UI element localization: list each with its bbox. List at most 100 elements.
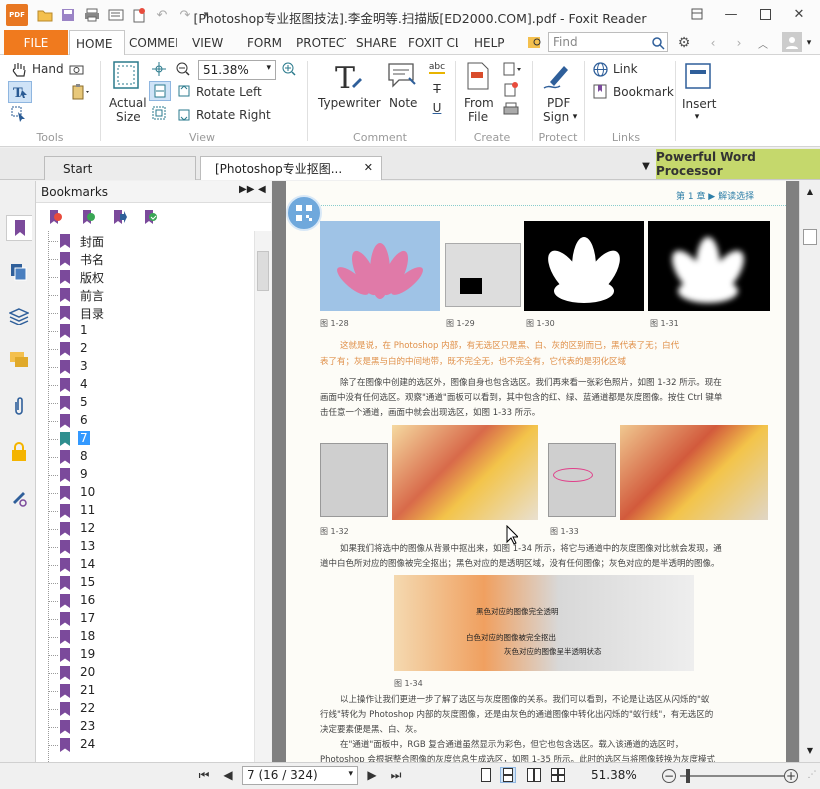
continuous-facing-view-icon[interactable] [550, 767, 566, 783]
bookmark-item[interactable]: 12 [36, 520, 254, 538]
hand-tool-label[interactable]: Hand [32, 62, 64, 76]
page-number-input[interactable]: 7 (16 / 324) ▾ [242, 766, 358, 785]
bookmark-item[interactable]: 目录 [36, 304, 254, 322]
clipboard-icon[interactable] [68, 83, 92, 101]
tab-list-chevron-down-icon[interactable]: ▼ [640, 160, 652, 172]
bookmark-item[interactable]: 书名 [36, 250, 254, 268]
tab-view[interactable]: VIEW [192, 30, 223, 55]
bookmark-item[interactable]: 9 [36, 466, 254, 484]
layers-icon[interactable] [8, 305, 30, 327]
bookmark-item[interactable]: 18 [36, 628, 254, 646]
print-icon[interactable] [83, 6, 101, 24]
document-scroll-thumb[interactable] [803, 229, 817, 245]
user-menu-chevron-down-icon[interactable]: ▾ [803, 34, 815, 52]
insert-page-icon[interactable] [682, 61, 714, 91]
document-viewport[interactable]: 第 1 章 ▶ 解读选择 图 1-28 图 1-29 图 1-30 图 1-31… [272, 181, 799, 762]
single-page-view-icon[interactable] [478, 767, 494, 783]
bookmark-item[interactable]: 5 [36, 394, 254, 412]
last-page-icon[interactable]: ⏭ [388, 767, 404, 783]
pdf-sign-chevron-down-icon[interactable]: ▾ [570, 111, 580, 123]
scroll-up-arrow-icon[interactable]: ▲ [804, 185, 816, 197]
from-file-label-1[interactable]: From [464, 96, 494, 110]
bookmark-item[interactable]: 17 [36, 610, 254, 628]
page-chevron-down-icon[interactable]: ▾ [348, 769, 353, 779]
pages-thumbnails-icon[interactable] [8, 261, 30, 283]
bookmark-item[interactable]: 6 [36, 412, 254, 430]
bookmark-item[interactable]: 20 [36, 664, 254, 682]
next-page-icon[interactable]: ▶ [364, 767, 380, 783]
add-bookmark-icon[interactable] [81, 209, 97, 225]
hand-icon[interactable] [10, 60, 28, 78]
rotate-left-label[interactable]: Rotate Left [196, 85, 262, 99]
fit-page-move-icon[interactable] [151, 61, 167, 77]
zoom-in-circle-icon[interactable]: + [784, 769, 798, 783]
bookmark-item[interactable]: 21 [36, 682, 254, 700]
open-folder-icon[interactable] [36, 6, 54, 24]
go-to-bookmark-icon[interactable] [112, 209, 128, 225]
close-tab-icon[interactable]: ✕ [364, 161, 373, 174]
strikeout-icon[interactable]: T [428, 81, 446, 97]
bookmark-item[interactable]: 11 [36, 502, 254, 520]
maximize-button[interactable] [748, 2, 782, 26]
security-lock-icon[interactable] [8, 441, 30, 463]
pdf-sign-label-1[interactable]: PDF [547, 96, 570, 110]
create-pdf-menu-icon[interactable] [502, 61, 524, 77]
expand-panel-icon[interactable]: ▶▶ [239, 184, 254, 195]
rotate-right-label[interactable]: Rotate Right [196, 108, 271, 122]
bookmark-item[interactable]: 8 [36, 448, 254, 466]
zoom-in-icon[interactable] [281, 61, 297, 77]
properties-icon[interactable] [107, 6, 125, 24]
insert-label[interactable]: Insert [682, 97, 716, 111]
zoom-select[interactable]: 51.38% ▾ [198, 60, 276, 80]
find-options-icon[interactable] [526, 33, 544, 51]
resize-grip-icon[interactable]: ⋰ [804, 767, 820, 783]
bookmark-item[interactable]: 23 [36, 718, 254, 736]
from-scanner-icon[interactable] [502, 101, 520, 117]
bookmarks-scroll-thumb[interactable] [257, 251, 269, 291]
bookmark-item[interactable]: 2 [36, 340, 254, 358]
save-icon[interactable] [59, 6, 77, 24]
doc-tab-start[interactable]: Start [44, 156, 196, 180]
comments-icon[interactable] [8, 349, 30, 371]
nav-forward-icon[interactable]: › [732, 34, 746, 52]
bookmark-label[interactable]: Bookmark [613, 85, 674, 99]
nav-back-icon[interactable]: ‹ [706, 34, 720, 52]
user-avatar[interactable] [782, 32, 802, 52]
new-pdf-icon[interactable] [130, 6, 148, 24]
tab-home[interactable]: HOME [69, 30, 125, 56]
settings-gear-icon[interactable]: ⚙ [674, 34, 694, 52]
promo-banner[interactable]: Powerful Word Processor [656, 149, 820, 179]
bookmark-item[interactable]: 4 [36, 376, 254, 394]
select-text-icon[interactable]: T [8, 81, 32, 103]
attachments-paperclip-icon[interactable] [8, 395, 30, 417]
doc-tab-current[interactable]: [Photoshop专业抠图... ✕ [200, 156, 382, 180]
rotate-right-icon[interactable] [176, 107, 192, 123]
from-file-label-2[interactable]: File [468, 110, 488, 124]
zoom-out-icon[interactable] [175, 61, 191, 77]
continuous-view-icon[interactable] [500, 767, 516, 783]
bookmark-item[interactable]: 版权 [36, 268, 254, 286]
bookmark-item[interactable]: 16 [36, 592, 254, 610]
bookmark-item[interactable]: 1 [36, 322, 254, 340]
from-file-icon[interactable] [464, 61, 492, 91]
previous-page-icon[interactable]: ◀ [220, 767, 236, 783]
typewriter-icon[interactable]: T [330, 59, 364, 93]
link-label[interactable]: Link [613, 62, 638, 76]
bookmark-item[interactable]: 14 [36, 556, 254, 574]
bookmark-item[interactable]: 3 [36, 358, 254, 376]
scroll-down-arrow-icon[interactable]: ▼ [804, 744, 816, 756]
bookmark-check-icon[interactable] [143, 209, 159, 225]
actual-size-label-1[interactable]: Actual [109, 96, 147, 110]
collapse-panel-icon[interactable]: ◀ [258, 184, 266, 195]
bookmark-add-icon[interactable] [592, 83, 608, 99]
bookmark-item[interactable]: 22 [36, 700, 254, 718]
actual-size-label-2[interactable]: Size [116, 110, 141, 124]
bookmark-item[interactable]: 7 [36, 430, 254, 448]
bookmarks-panel-icon[interactable] [6, 215, 32, 241]
tab-form[interactable]: FORM [247, 30, 282, 55]
link-globe-icon[interactable] [592, 61, 608, 77]
bookmark-item[interactable]: 15 [36, 574, 254, 592]
search-icon[interactable] [650, 35, 666, 51]
blank-page-icon[interactable] [502, 81, 520, 97]
bookmark-item[interactable]: 24 [36, 736, 254, 754]
